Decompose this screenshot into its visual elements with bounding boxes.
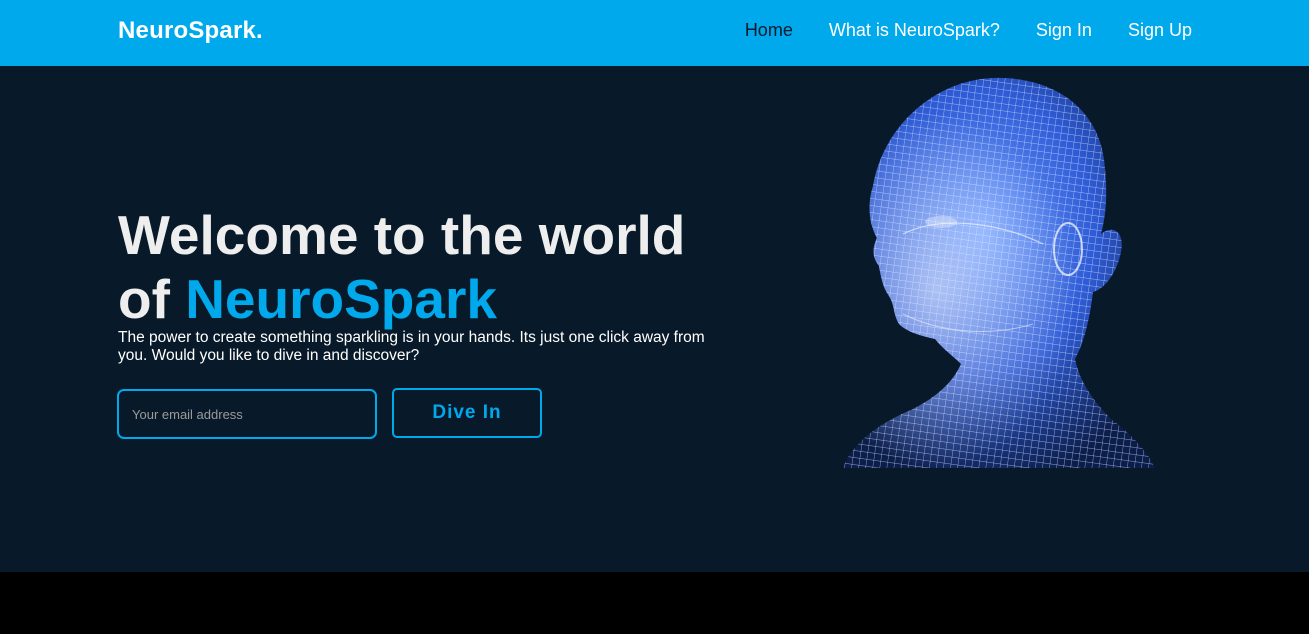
hero-description: The power to create something sparkling …	[118, 329, 705, 364]
dive-in-button[interactable]: Dive In	[392, 388, 542, 438]
nav-link-home[interactable]: Home	[745, 20, 793, 41]
email-input[interactable]	[117, 389, 377, 439]
hero-section: Welcome to the world of NeuroSpark The p…	[0, 66, 1309, 572]
nav-links: Home What is NeuroSpark? Sign In Sign Up	[745, 20, 1192, 41]
nav-link-sign-up[interactable]: Sign Up	[1128, 20, 1192, 41]
footer-band	[0, 572, 1309, 634]
nav-link-what-is[interactable]: What is NeuroSpark?	[829, 20, 1000, 41]
nav-link-sign-in[interactable]: Sign In	[1036, 20, 1092, 41]
wireframe-head-illustration	[843, 77, 1155, 468]
top-navbar: NeuroSpark. Home What is NeuroSpark? Sig…	[0, 0, 1309, 66]
hero-title: Welcome to the world of NeuroSpark	[118, 203, 738, 331]
hero-title-accent: NeuroSpark	[185, 268, 497, 330]
brand-logo[interactable]: NeuroSpark.	[118, 17, 263, 45]
